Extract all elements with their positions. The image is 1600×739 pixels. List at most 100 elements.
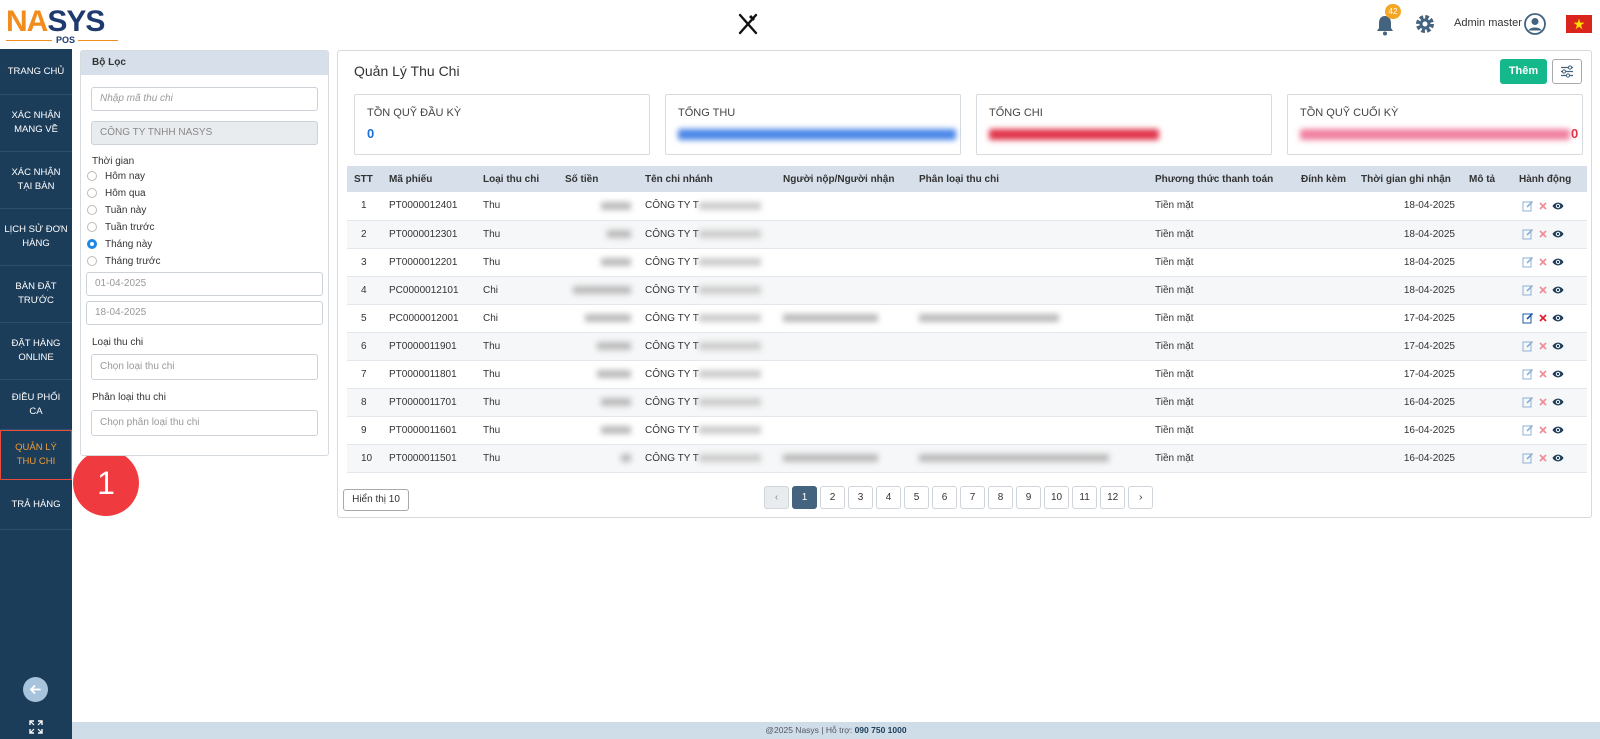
view-icon[interactable] (1552, 340, 1564, 352)
user-avatar-icon[interactable] (1524, 13, 1546, 35)
page-button-3[interactable]: 3 (848, 486, 873, 509)
cell-stt: 3 (347, 248, 382, 277)
radio-this-month[interactable]: Tháng này (87, 237, 152, 251)
collapse-sidebar-button[interactable] (23, 677, 48, 702)
page-button-9[interactable]: 9 (1016, 486, 1041, 509)
edit-icon[interactable] (1522, 284, 1534, 296)
view-icon[interactable] (1552, 452, 1564, 464)
table-row[interactable]: 7 PT0000011801 Thu CÔNG TY T Tiền mặt 17-04-2… (347, 360, 1587, 389)
radio-this-week[interactable]: Tuần này (87, 203, 146, 217)
table-row[interactable]: 5 PC0000012001 Chi CÔNG TY T Tiền mặt 17-04-2… (347, 304, 1587, 333)
utensils-icon[interactable] (736, 12, 760, 36)
cell-branch: CÔNG TY T (638, 220, 776, 249)
page-button-10[interactable]: 10 (1044, 486, 1070, 509)
table-row[interactable]: 4 PC0000012101 Chi CÔNG TY T Tiền mặt 18-04-2… (347, 276, 1587, 305)
page-size-select[interactable]: Hiển thị 10 (343, 489, 409, 511)
radio-yesterday[interactable]: Hôm qua (87, 186, 146, 200)
sidebar-item-returns[interactable]: TRẢ HÀNG (0, 480, 72, 530)
page-button-1[interactable]: 1 (792, 486, 817, 509)
page-button-4[interactable]: 4 (876, 486, 901, 509)
fullscreen-icon[interactable] (28, 719, 44, 735)
edit-icon[interactable] (1522, 368, 1534, 380)
edit-icon[interactable] (1522, 200, 1534, 212)
view-icon[interactable] (1552, 256, 1564, 268)
page-button-11[interactable]: 11 (1072, 486, 1098, 509)
delete-icon[interactable] (1537, 424, 1549, 436)
delete-icon[interactable] (1537, 228, 1549, 240)
summary-card-total-expense: TỔNG CHI (976, 94, 1272, 155)
nasys-logo[interactable]: NASYS POS (6, 6, 118, 45)
sidebar-item-online-orders[interactable]: ĐẶT HÀNG ONLINE (0, 323, 72, 380)
col-date: Thời gian ghi nhận (1354, 166, 1462, 192)
sidebar-item-takeaway[interactable]: XÁC NHẬN MANG VỀ (0, 95, 72, 152)
radio-label: Tuần này (105, 204, 147, 216)
table-row[interactable]: 2 PT0000012301 Thu CÔNG TY T Tiền mặt 18-04-2… (347, 220, 1587, 249)
view-icon[interactable] (1552, 396, 1564, 408)
sidebar-item-cashflow[interactable]: QUẢN LÝ THU CHI (0, 430, 72, 480)
table-row[interactable]: 1 PT0000012401 Thu CÔNG TY T Tiền mặt 18-04-2… (347, 192, 1587, 221)
sidebar-item-order-history[interactable]: LỊCH SỬ ĐƠN HÀNG (0, 209, 72, 266)
edit-icon[interactable] (1522, 256, 1534, 268)
edit-icon[interactable] (1522, 396, 1534, 408)
page-button-12[interactable]: 12 (1100, 486, 1126, 509)
delete-icon[interactable] (1537, 312, 1549, 324)
date-to-input[interactable]: 18-04-2025 (86, 301, 323, 325)
cell-method: Tiền mặt (1148, 276, 1294, 305)
category-select[interactable]: Chọn phân loại thu chi (91, 410, 318, 436)
view-icon[interactable] (1552, 228, 1564, 240)
page-button-7[interactable]: 7 (960, 486, 985, 509)
radio-last-week[interactable]: Tuần trước (87, 220, 155, 234)
cell-category (912, 416, 1148, 445)
vietnam-flag-icon[interactable] (1566, 15, 1592, 33)
delete-icon[interactable] (1537, 256, 1549, 268)
cell-category (912, 220, 1148, 249)
edit-icon[interactable] (1522, 228, 1534, 240)
delete-icon[interactable] (1537, 200, 1549, 212)
user-name[interactable]: Admin master (1454, 17, 1522, 29)
sidebar-item-shift[interactable]: ĐIỀU PHỐI CA (0, 380, 72, 430)
next-page-button[interactable]: › (1128, 486, 1154, 509)
table-row[interactable]: 10 PT0000011501 Thu CÔNG TY T Tiền mặt 16-04-… (347, 444, 1587, 473)
code-search-input[interactable]: Nhập mã thu chi (91, 87, 318, 111)
view-icon[interactable] (1552, 424, 1564, 436)
radio-circle (87, 205, 97, 215)
gear-icon[interactable] (1414, 13, 1436, 35)
table-row[interactable]: 6 PT0000011901 Thu CÔNG TY T Tiền mặt 17-04-2… (347, 332, 1587, 361)
delete-icon[interactable] (1537, 396, 1549, 408)
sidebar-item-reservations[interactable]: BÀN ĐẶT TRƯỚC (0, 266, 72, 323)
table-row[interactable]: 8 PT0000011701 Thu CÔNG TY T Tiền mặt 16-04-2… (347, 388, 1587, 417)
view-icon[interactable] (1552, 200, 1564, 212)
page-button-5[interactable]: 5 (904, 486, 929, 509)
view-icon[interactable] (1552, 284, 1564, 296)
delete-icon[interactable] (1537, 284, 1549, 296)
type-select[interactable]: Chọn loại thu chi (91, 354, 318, 380)
page-button-6[interactable]: 6 (932, 486, 957, 509)
cell-code: PT0000012401 (382, 192, 476, 221)
radio-label: Tháng này (105, 238, 153, 250)
cell-method: Tiền mặt (1148, 192, 1294, 221)
radio-today[interactable]: Hôm nay (87, 169, 145, 183)
cell-method: Tiền mặt (1148, 416, 1294, 445)
sidebar-item-home[interactable]: TRANG CHỦ (0, 49, 72, 95)
date-from-input[interactable]: 01-04-2025 (86, 272, 323, 296)
delete-icon[interactable] (1537, 368, 1549, 380)
page-button-8[interactable]: 8 (988, 486, 1013, 509)
view-icon[interactable] (1552, 368, 1564, 380)
table-row[interactable]: 3 PT0000012201 Thu CÔNG TY T Tiền mặt 18-04-2… (347, 248, 1587, 277)
delete-icon[interactable] (1537, 340, 1549, 352)
edit-icon[interactable] (1522, 424, 1534, 436)
page-button-2[interactable]: 2 (820, 486, 845, 509)
add-button[interactable]: Thêm (1500, 59, 1547, 84)
edit-icon[interactable] (1522, 312, 1534, 324)
radio-label: Hôm nay (105, 170, 146, 182)
column-settings-button[interactable] (1552, 59, 1582, 84)
view-icon[interactable] (1552, 312, 1564, 324)
sidebar-item-dine-in[interactable]: XÁC NHẬN TẠI BÀN (0, 152, 72, 209)
radio-last-month[interactable]: Tháng trước (87, 254, 161, 268)
edit-icon[interactable] (1522, 452, 1534, 464)
prev-page-button[interactable]: ‹ (764, 486, 789, 509)
cell-branch: CÔNG TY T (638, 304, 776, 333)
edit-icon[interactable] (1522, 340, 1534, 352)
table-row[interactable]: 9 PT0000011601 Thu CÔNG TY T Tiền mặt 16-04-2… (347, 416, 1587, 445)
delete-icon[interactable] (1537, 452, 1549, 464)
